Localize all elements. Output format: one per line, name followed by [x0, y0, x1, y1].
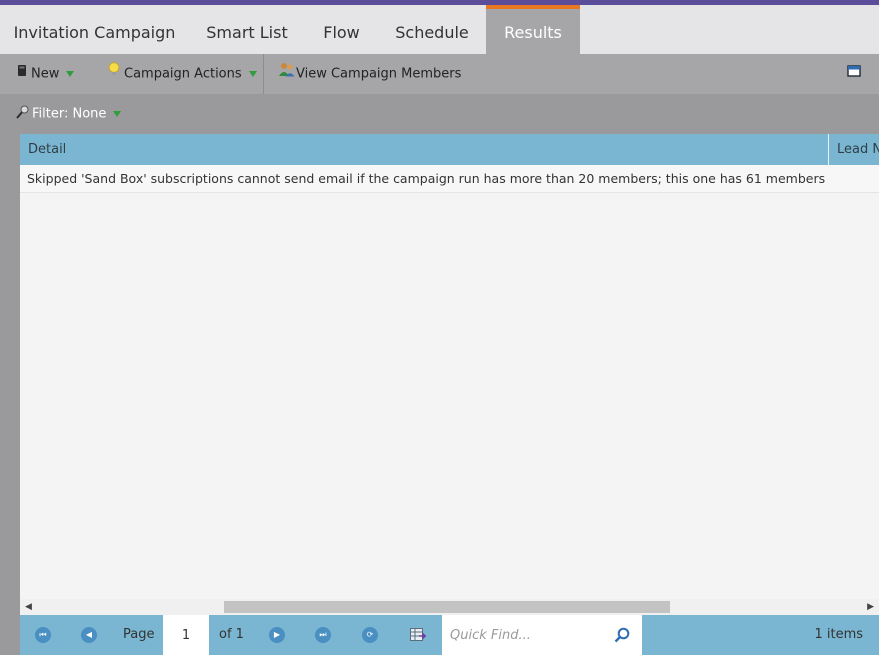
tab-smart-list[interactable]: Smart List: [189, 5, 305, 54]
view-campaign-members-label: View Campaign Members: [296, 66, 462, 82]
last-page-icon[interactable]: ⏭: [315, 627, 331, 643]
lightbulb-icon: [108, 54, 120, 94]
previous-page-icon[interactable]: ◀: [81, 627, 97, 643]
page-of-label: of 1: [219, 627, 244, 642]
tab-results[interactable]: Results: [486, 5, 580, 54]
results-grid: Detail Lead N Skipped 'Sand Box' subscri…: [20, 134, 879, 615]
tab-flow[interactable]: Flow: [305, 5, 378, 54]
detail-cell: Skipped 'Sand Box' subscriptions cannot …: [27, 171, 826, 186]
page-label: Page: [123, 627, 155, 642]
scroll-right-icon[interactable]: ▶: [867, 599, 874, 615]
quick-find-input[interactable]: [450, 615, 600, 655]
first-page-icon[interactable]: ⏮: [35, 627, 51, 643]
campaign-actions-label: Campaign Actions: [124, 66, 242, 82]
column-header-lead-name[interactable]: Lead N: [829, 134, 879, 165]
members-icon: [279, 54, 295, 94]
scrollbar-thumb[interactable]: [224, 601, 670, 613]
table-row[interactable]: Skipped 'Sand Box' subscriptions cannot …: [20, 165, 879, 193]
view-campaign-members-button[interactable]: View Campaign Members: [279, 54, 461, 94]
tab-invitation-campaign[interactable]: Invitation Campaign: [0, 5, 189, 54]
tab-bar: Invitation Campaign Smart List Flow Sche…: [0, 5, 879, 54]
pagination-bar: ⏮ ◀ Page of 1 ▶ ⏭ ⟳ 1 items: [20, 615, 879, 655]
maximize-button[interactable]: [847, 54, 865, 94]
new-label: New: [31, 66, 60, 82]
filter-icon: [16, 105, 29, 123]
campaign-actions-button[interactable]: Campaign Actions: [108, 54, 257, 94]
search-icon[interactable]: [614, 627, 630, 647]
chevron-down-icon: [66, 71, 75, 77]
export-icon[interactable]: [410, 627, 427, 647]
new-button[interactable]: New: [17, 54, 75, 94]
new-icon: [17, 54, 27, 94]
column-header-detail[interactable]: Detail: [20, 134, 828, 165]
chevron-down-icon: [113, 111, 122, 117]
quick-find: [442, 615, 642, 655]
chevron-down-icon: [248, 71, 257, 77]
toolbar-divider: [263, 54, 264, 94]
tab-schedule[interactable]: Schedule: [378, 5, 486, 54]
page-number-input[interactable]: [163, 615, 209, 655]
grid-header: Detail Lead N: [20, 134, 879, 165]
items-count: 1 items: [814, 627, 863, 642]
filter-dropdown[interactable]: Filter: None: [16, 105, 122, 123]
window-icon: [847, 54, 861, 94]
filter-label: Filter: None: [32, 106, 107, 122]
horizontal-scrollbar[interactable]: ◀ ▶: [20, 599, 879, 615]
next-page-icon[interactable]: ▶: [269, 627, 285, 643]
refresh-icon[interactable]: ⟳: [362, 627, 378, 643]
toolbar: New Campaign Actions View Campaign Membe…: [0, 54, 879, 94]
scroll-left-icon[interactable]: ◀: [25, 599, 32, 615]
